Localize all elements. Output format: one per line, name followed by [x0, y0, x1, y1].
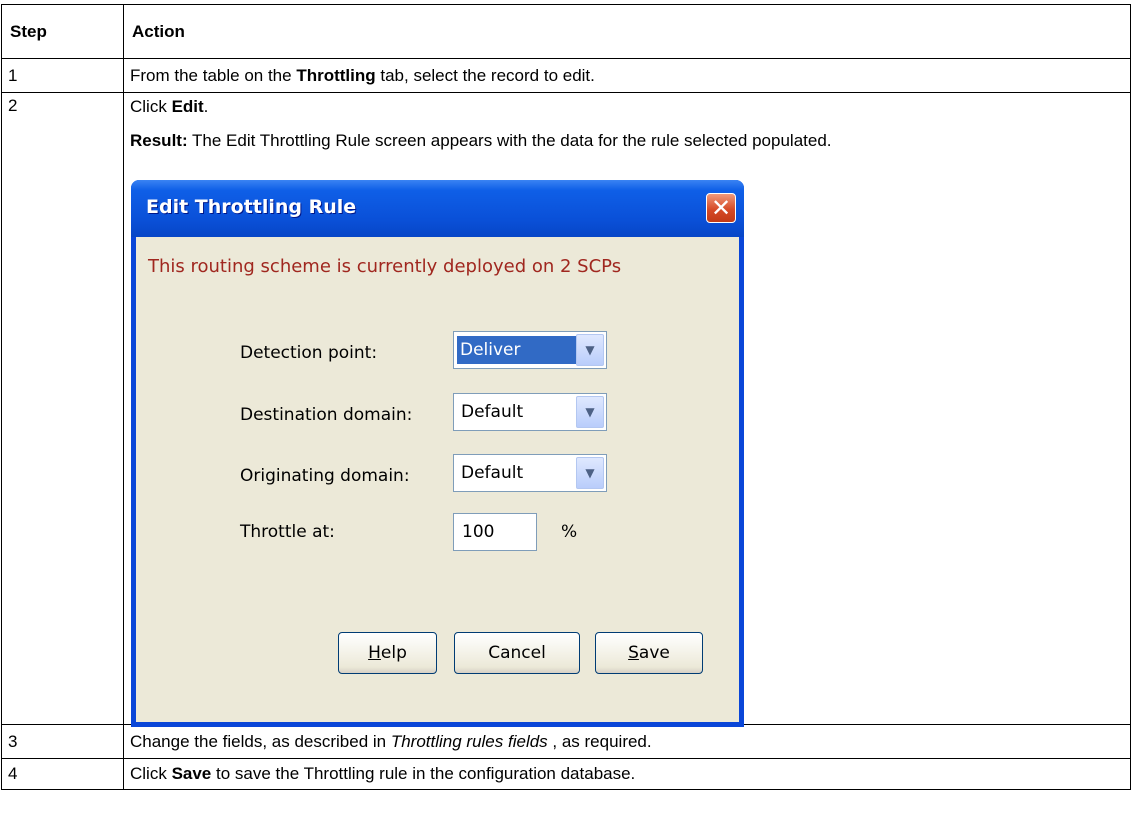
- step-number: 4: [1, 758, 124, 790]
- save-button[interactable]: Save: [595, 632, 703, 674]
- detection-point-value: Deliver: [457, 336, 581, 364]
- save-label: ave: [638, 643, 670, 663]
- table-row: 3 Change the fields, as described in Thr…: [1, 724, 1131, 759]
- action-italic-text: Throttling rules fields: [390, 731, 548, 751]
- destination-domain-value: Default: [461, 402, 524, 422]
- dialog-title-bar[interactable]: Edit Throttling Rule ✕: [131, 180, 744, 237]
- deployment-warning: This routing scheme is currently deploye…: [148, 256, 622, 277]
- dialog-title: Edit Throttling Rule: [146, 196, 357, 218]
- help-mnemonic: H: [368, 643, 381, 663]
- detection-point-label: Detection point:: [240, 343, 378, 363]
- step-number: 1: [1, 58, 124, 93]
- dialog-body: This routing scheme is currently deploye…: [136, 237, 739, 722]
- action-text: .: [203, 97, 209, 116]
- action-bold-text: Edit: [171, 97, 204, 116]
- close-icon: ✕: [710, 194, 732, 222]
- close-button[interactable]: ✕: [706, 193, 736, 223]
- cancel-button[interactable]: Cancel: [454, 632, 580, 674]
- action-text: From the table on the: [130, 65, 297, 85]
- action-bold-text: Throttling: [296, 65, 376, 85]
- action-text: Click: [130, 764, 172, 783]
- dropdown-button[interactable]: ▼: [576, 334, 604, 366]
- cancel-label: Cancel: [488, 643, 546, 663]
- destination-domain-label: Destination domain:: [240, 405, 413, 425]
- result-label: Result:: [130, 131, 188, 150]
- action-text: Click: [130, 97, 172, 116]
- step-action: Click Save to save the Throttling rule i…: [123, 758, 1131, 790]
- dropdown-button[interactable]: ▼: [576, 457, 604, 489]
- header-action: Action: [123, 4, 1131, 59]
- chevron-down-icon: ▼: [585, 405, 595, 419]
- header-step: Step: [1, 4, 124, 59]
- action-bold-text: Save: [171, 764, 212, 783]
- originating-domain-select[interactable]: Default ▼: [453, 454, 607, 492]
- action-text: , as required.: [547, 731, 652, 751]
- throttle-at-value: 100: [462, 522, 495, 542]
- result-text: The Edit Throttling Rule screen appears …: [187, 131, 832, 150]
- detection-point-select[interactable]: Deliver ▼: [453, 331, 607, 369]
- action-text: to save the Throttling rule in the confi…: [211, 764, 636, 783]
- table-row: 1 From the table on the Throttling tab, …: [1, 58, 1131, 93]
- step-action: Change the fields, as described in Throt…: [123, 724, 1131, 759]
- throttle-at-label: Throttle at:: [240, 522, 335, 542]
- step-action: From the table on the Throttling tab, se…: [123, 58, 1131, 93]
- step-number: 3: [1, 724, 124, 759]
- throttle-at-input[interactable]: 100: [453, 513, 537, 551]
- action-text: tab, select the record to edit.: [375, 65, 595, 85]
- chevron-down-icon: ▼: [585, 343, 595, 357]
- action-text: Change the fields, as described in: [130, 731, 391, 751]
- save-mnemonic: S: [628, 643, 639, 663]
- percent-unit: %: [561, 522, 578, 542]
- originating-domain-value: Default: [461, 463, 524, 483]
- dropdown-button[interactable]: ▼: [576, 396, 604, 428]
- table-row: 4 Click Save to save the Throttling rule…: [1, 758, 1131, 790]
- table-header-row: Step Action: [1, 4, 1131, 59]
- destination-domain-select[interactable]: Default ▼: [453, 393, 607, 431]
- edit-throttling-rule-dialog: Edit Throttling Rule ✕ This routing sche…: [131, 180, 744, 727]
- help-button[interactable]: Help: [338, 632, 437, 674]
- help-label: elp: [380, 643, 407, 663]
- step-number: 2: [1, 92, 124, 725]
- originating-domain-label: Originating domain:: [240, 466, 410, 486]
- chevron-down-icon: ▼: [585, 466, 595, 480]
